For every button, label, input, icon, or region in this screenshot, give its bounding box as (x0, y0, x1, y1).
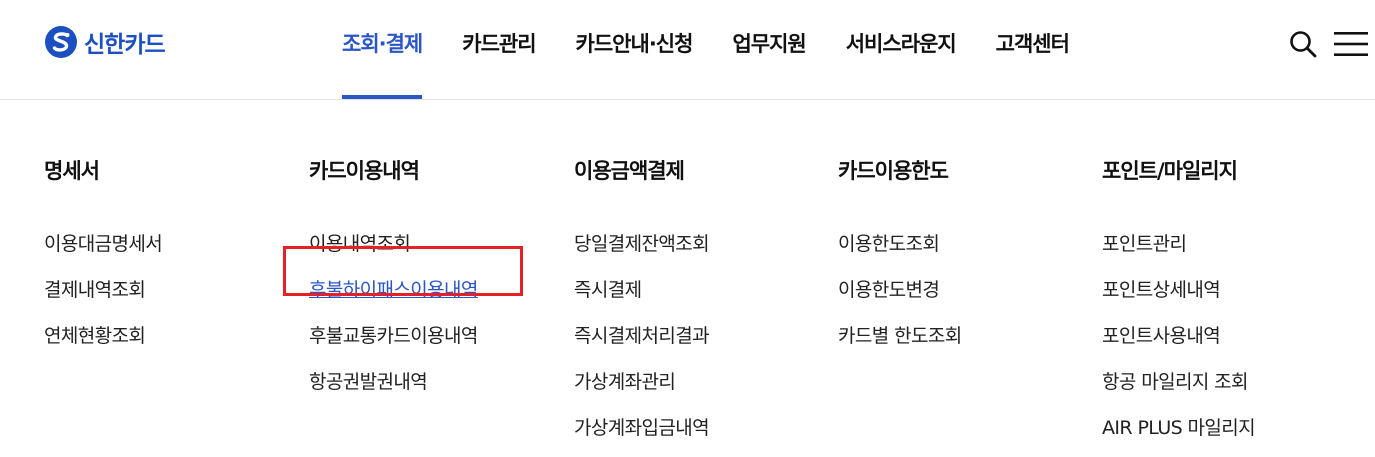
column-title: 포인트/마일리지 (1102, 159, 1238, 183)
column-title: 카드이용내역 (309, 159, 420, 183)
global-navigation: 조회·결제 카드관리 카드안내·신청 업무지원 서비스라운지 고객센터 (322, 0, 1089, 99)
menu-link[interactable]: 가상계좌관리 (574, 359, 709, 405)
gnb-item-card-guide-apply[interactable]: 카드안내·신청 (556, 0, 713, 99)
site-header: 신한카드 조회·결제 카드관리 카드안내·신청 업무지원 서비스라운지 고객센터 (0, 0, 1375, 100)
column-title: 카드이용한도 (838, 159, 949, 183)
menu-link[interactable]: 이용내역조회 (309, 221, 478, 267)
menu-column-limit: 카드이용한도 이용한도조회 이용한도변경 카드별 한도조회 (838, 155, 962, 359)
mega-menu-panel: 명세서 이용대금명세서 결제내역조회 연체현황조회 카드이용내역 이용내역조회 … (0, 100, 1375, 457)
menu-link[interactable]: 이용한도변경 (838, 267, 962, 313)
menu-link[interactable]: AIR PLUS 마일리지 (1102, 405, 1256, 451)
menu-column-payment: 이용금액결제 당일결제잔액조회 즉시결제 즉시결제처리결과 가상계좌관리 가상계… (574, 155, 710, 451)
menu-link[interactable]: 이용대금명세서 (44, 221, 163, 267)
hamburger-menu-icon (1334, 32, 1368, 56)
menu-link[interactable]: 포인트관리 (1102, 221, 1255, 267)
gnb-item-customer-center[interactable]: 고객센터 (976, 0, 1089, 99)
menu-link[interactable]: 포인트상세내역 (1102, 267, 1255, 313)
menu-link[interactable]: 항공 마일리지 조회 (1102, 359, 1255, 405)
menu-link-hipass-usage[interactable]: 후불하이패스이용내역 (309, 267, 478, 313)
menu-link[interactable]: 후불교통카드이용내역 (309, 313, 478, 359)
menu-column-card-usage: 카드이용내역 이용내역조회 후불하이패스이용내역 후불교통카드이용내역 항공권발… (309, 155, 478, 405)
search-icon (1290, 31, 1317, 58)
utility-buttons (1285, 26, 1369, 62)
menu-link[interactable]: 카드별 한도조회 (838, 313, 962, 359)
menu-link[interactable]: 가상계좌입금내역 (574, 405, 710, 451)
menu-link[interactable]: 결제내역조회 (44, 267, 162, 313)
menu-column-statement: 명세서 이용대금명세서 결제내역조회 연체현황조회 (44, 155, 163, 359)
menu-link[interactable]: 즉시결제처리결과 (574, 313, 710, 359)
column-title: 이용금액결제 (574, 159, 685, 183)
menu-column-points: 포인트/마일리지 포인트관리 포인트상세내역 포인트사용내역 항공 마일리지 조… (1102, 155, 1256, 451)
menu-link[interactable]: 포인트사용내역 (1102, 313, 1255, 359)
menu-link[interactable]: 연체현황조회 (44, 313, 162, 359)
brand-name: 신한카드 (84, 32, 166, 58)
gnb-item-business-support[interactable]: 업무지원 (712, 0, 825, 99)
gnb-item-card-management[interactable]: 카드관리 (442, 0, 555, 99)
gnb-item-service-lounge[interactable]: 서비스라운지 (826, 0, 976, 99)
menu-link[interactable]: 당일결제잔액조회 (574, 221, 710, 267)
menu-button[interactable] (1333, 26, 1369, 62)
menu-link[interactable]: 즉시결제 (574, 267, 709, 313)
menu-link[interactable]: 항공권발권내역 (309, 359, 478, 405)
shinhan-logo-icon (45, 26, 77, 58)
menu-link[interactable]: 이용한도조회 (838, 221, 962, 267)
search-button[interactable] (1285, 26, 1321, 62)
brand-logo[interactable]: 신한카드 (44, 24, 166, 60)
gnb-item-inquiry-payment[interactable]: 조회·결제 (322, 0, 442, 99)
column-title: 명세서 (44, 159, 100, 183)
